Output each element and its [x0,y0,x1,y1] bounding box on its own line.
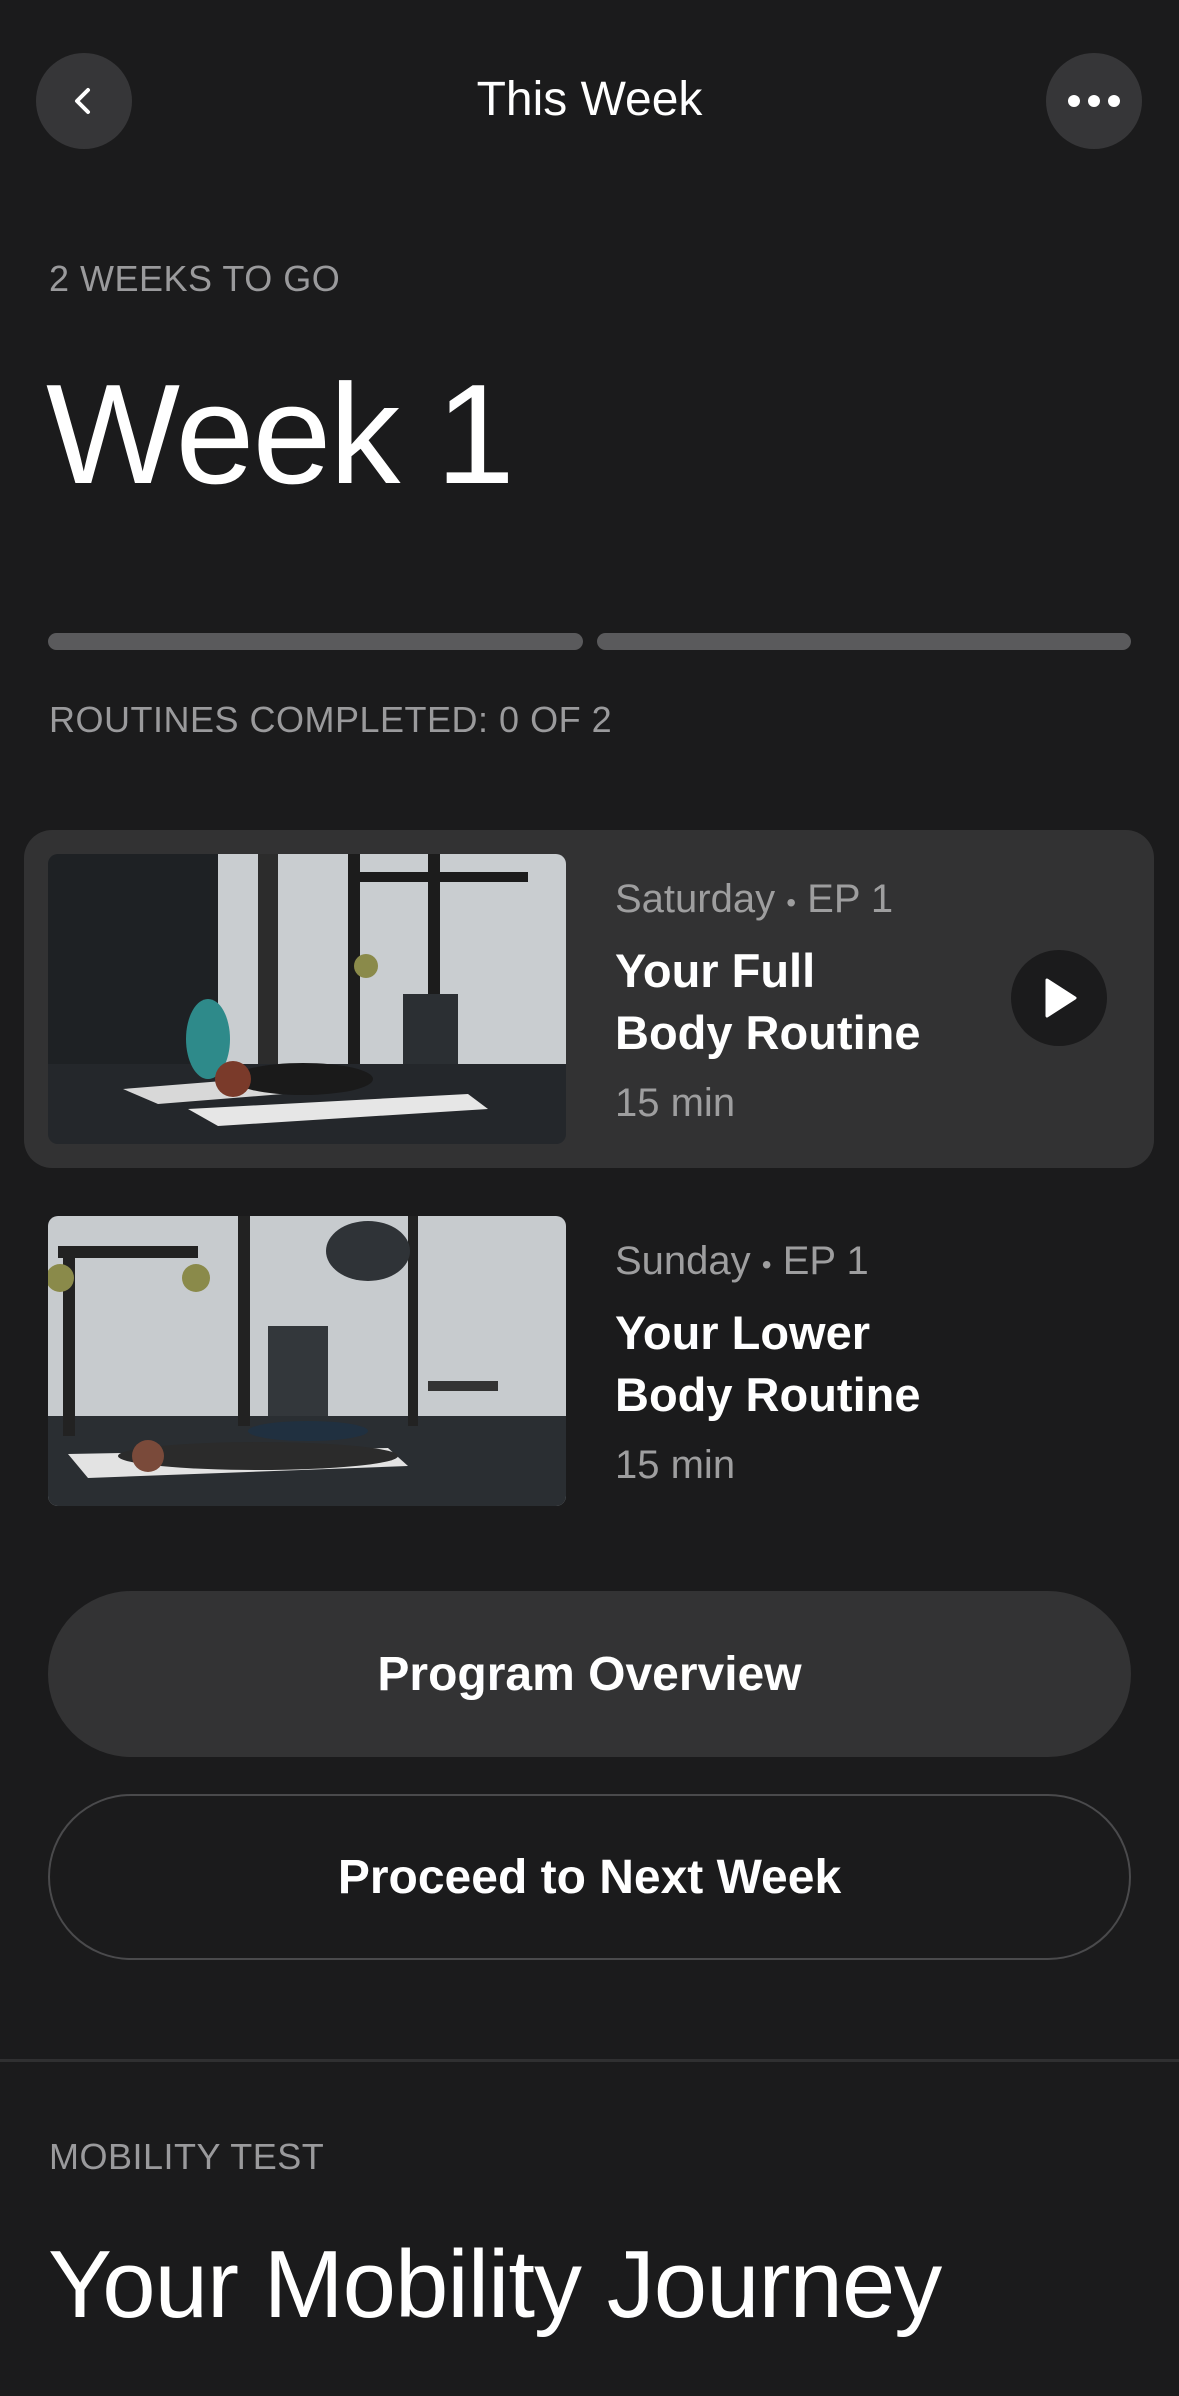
week-progress-bar [48,633,1131,650]
meta-separator: • [761,1249,772,1280]
page-title: This Week [476,73,703,126]
mobility-eyebrow: MOBILITY TEST [49,2136,325,2177]
routine-thumbnail [48,1216,566,1506]
proceed-next-week-button[interactable]: Proceed to Next Week [48,1794,1131,1960]
routine-duration: 15 min [615,1081,736,1125]
routine-episode: EP 1 [782,1239,869,1283]
play-icon [1045,978,1077,1018]
routine-duration: 15 min [615,1443,736,1487]
routine-title-line: Your Full [615,944,816,997]
routine-title-line: Body Routine [615,1368,921,1421]
routine-thumbnail [48,854,566,1144]
more-options-button[interactable] [1046,53,1142,149]
week-title: Week 1 [46,355,515,514]
ellipsis-icon [1068,95,1120,107]
routine-day: Sunday [615,1239,751,1283]
progress-segment-1 [48,633,583,650]
progress-segment-2 [596,633,1131,650]
routine-title: Your Lower Body Routine [615,1302,1035,1426]
routine-meta: Sunday • EP 1 [615,1236,869,1290]
section-divider [0,2059,1179,2062]
routine-title: Your Full Body Routine [615,940,1035,1064]
top-bar: This Week [0,0,1179,200]
routine-card-sunday[interactable]: Sunday • EP 1 Your Lower Body Routine 15… [24,1192,1154,1530]
routine-card-saturday[interactable]: Saturday • EP 1 Your Full Body Routine 1… [24,830,1154,1168]
routine-day: Saturday [615,877,776,921]
routine-title-line: Your Lower [615,1306,871,1359]
meta-separator: • [786,887,797,918]
routines-completed-label: ROUTINES COMPLETED: 0 OF 2 [49,699,613,740]
weeks-remaining-label: 2 WEEKS TO GO [49,258,341,299]
routine-title-line: Body Routine [615,1006,921,1059]
routine-episode: EP 1 [807,877,894,921]
routine-meta: Saturday • EP 1 [615,874,893,928]
mobility-journey-title: Your Mobility Journey [48,2231,942,2338]
play-button[interactable] [1011,950,1107,1046]
program-overview-button[interactable]: Program Overview [48,1591,1131,1757]
